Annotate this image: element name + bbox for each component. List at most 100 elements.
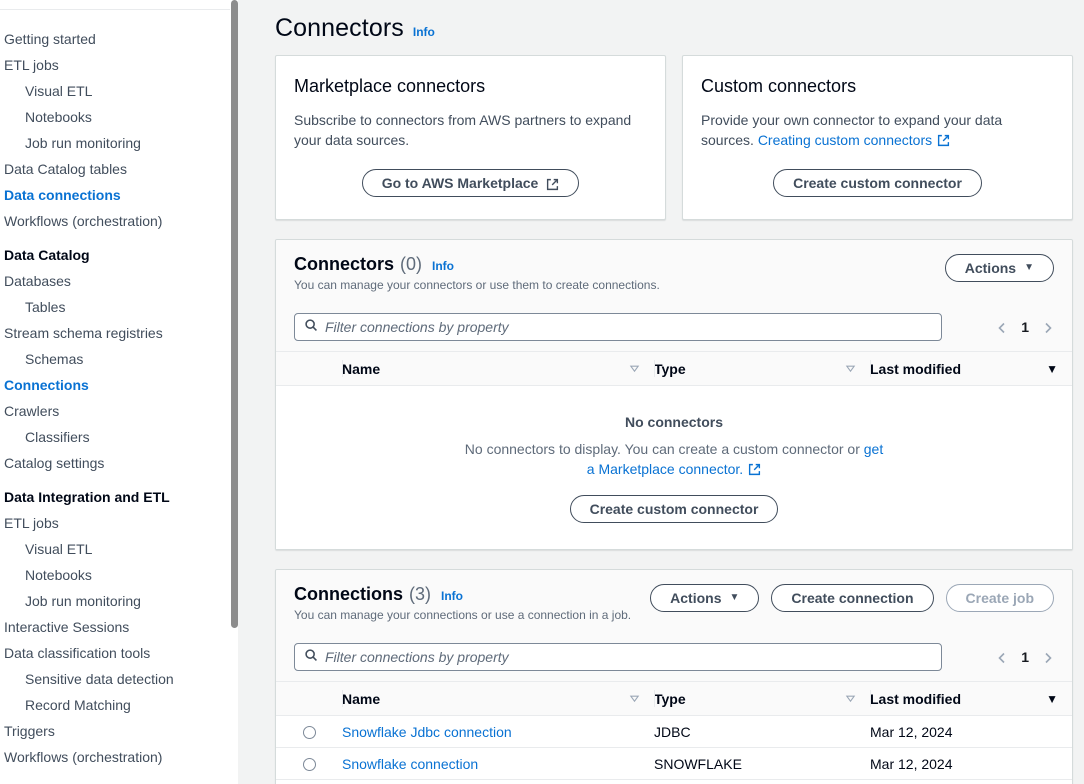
empty-create-custom-connector-button[interactable]: Create custom connector	[569, 495, 779, 523]
sidebar-item-job-run-monitoring-2[interactable]: Job run monitoring	[0, 588, 238, 614]
sidebar-item-databases[interactable]: Databases	[0, 268, 238, 294]
sidebar-scrollbar-thumb[interactable]	[231, 0, 238, 628]
sidebar-item-visual-etl[interactable]: Visual ETL	[0, 78, 238, 104]
sidebar-item-data-classification-tools[interactable]: Data classification tools	[0, 640, 238, 666]
create-connection-button[interactable]: Create connection	[771, 584, 934, 612]
external-link-icon	[546, 177, 559, 190]
sidebar-item-etl-jobs-2[interactable]: ETL jobs	[0, 510, 238, 536]
table-preferences-icon[interactable]: ▼	[1046, 362, 1058, 376]
create-job-button[interactable]: Create job	[945, 584, 1054, 612]
table-row[interactable]: Snowflake Jdbc connection JDBC Mar 12, 2…	[276, 715, 1072, 748]
sort-icon[interactable]	[845, 691, 856, 707]
sidebar-item-connections[interactable]: Connections	[0, 372, 238, 398]
create-connection-label: Create connection	[791, 590, 914, 606]
previous-page-icon[interactable]	[996, 321, 1008, 334]
connections-search-placeholder: Filter connections by property	[325, 649, 509, 665]
row-select-cell[interactable]	[276, 747, 342, 780]
sidebar-item-schemas[interactable]: Schemas	[0, 346, 238, 372]
chevron-down-icon: ▼	[729, 592, 740, 603]
connectors-count: (0)	[400, 254, 423, 274]
connections-pagination: 1	[996, 649, 1054, 665]
sidebar-group-data-integration: Data Integration and ETL	[4, 489, 170, 505]
connectors-search-placeholder: Filter connections by property	[325, 319, 509, 335]
connectors-page-number[interactable]: 1	[1021, 319, 1029, 335]
connections-column-name[interactable]: Name	[342, 681, 654, 716]
table-row[interactable]: Teradata connection default Teradata Van…	[276, 779, 1072, 784]
row-select-cell[interactable]	[276, 779, 342, 784]
connectors-empty-title: No connectors	[624, 414, 723, 430]
marketplace-card-description: Subscribe to connectors from AWS partner…	[294, 112, 632, 148]
sidebar-item-interactive-sessions[interactable]: Interactive Sessions	[0, 614, 238, 640]
connections-info-link[interactable]: Info	[441, 589, 463, 603]
connectors-table: Name Type Last modified ▼	[276, 351, 1072, 386]
connections-filter-row: Filter connections by property 1	[276, 634, 1072, 681]
search-icon	[304, 318, 318, 337]
empty-create-custom-connector-label: Create custom connector	[589, 501, 759, 517]
connection-name-link[interactable]: Snowflake Jdbc connection	[342, 724, 512, 740]
create-custom-connector-button[interactable]: Create custom connector	[773, 169, 982, 197]
marketplace-connectors-card: Marketplace connectors Subscribe to conn…	[275, 55, 666, 220]
connections-search-input[interactable]: Filter connections by property	[294, 643, 942, 671]
row-radio-button[interactable]	[302, 758, 316, 772]
sidebar-item-getting-started[interactable]: Getting started	[0, 26, 238, 52]
connections-panel-description: You can manage your connections or use a…	[294, 608, 632, 622]
connections-column-type[interactable]: Type	[654, 681, 870, 716]
sidebar-item-workflows[interactable]: Workflows (orchestration)	[0, 208, 238, 234]
connection-name-link[interactable]: Snowflake connection	[342, 756, 478, 772]
connections-table-header-row: Name Type Last modified ▼	[276, 681, 1072, 716]
sort-icon[interactable]	[629, 691, 640, 707]
next-page-icon[interactable]	[1042, 651, 1054, 664]
connections-column-last-modified[interactable]: Last modified ▼	[870, 681, 1072, 716]
connectors-actions-label: Actions	[964, 260, 1017, 276]
sort-icon[interactable]	[845, 361, 856, 377]
page-info-link[interactable]: Info	[413, 25, 435, 39]
sidebar-item-triggers[interactable]: Triggers	[0, 718, 238, 744]
sidebar-item-visual-etl-2[interactable]: Visual ETL	[0, 536, 238, 562]
connectors-column-type[interactable]: Type	[654, 351, 870, 386]
row-type-cell: SNOWFLAKE	[654, 747, 870, 780]
sidebar-item-data-catalog-tables[interactable]: Data Catalog tables	[0, 156, 238, 182]
connectors-column-name[interactable]: Name	[342, 351, 654, 386]
column-separator	[654, 360, 655, 377]
column-separator	[870, 690, 871, 707]
sidebar-item-notebooks-2[interactable]: Notebooks	[0, 562, 238, 588]
sidebar-item-catalog-settings[interactable]: Catalog settings	[0, 450, 238, 476]
previous-page-icon[interactable]	[996, 651, 1008, 664]
row-select-cell[interactable]	[276, 715, 342, 748]
sidebar-item-sensitive-data-detection[interactable]: Sensitive data detection	[0, 666, 238, 692]
connectors-panel: Connectors (0) Info You can manage your …	[275, 239, 1073, 550]
sidebar: Getting started ETL jobs Visual ETL Note…	[0, 0, 238, 784]
connections-actions-button[interactable]: Actions ▼	[650, 584, 760, 612]
connectors-search-input[interactable]: Filter connections by property	[294, 313, 942, 341]
sidebar-scrollbar[interactable]	[230, 0, 238, 784]
connection-type-value: JDBC	[654, 723, 691, 740]
table-preferences-icon[interactable]: ▼	[1046, 692, 1058, 706]
sidebar-nav: Getting started ETL jobs Visual ETL Note…	[0, 0, 238, 770]
sidebar-item-stream-schema-registries[interactable]: Stream schema registries	[0, 320, 238, 346]
connectors-actions-button[interactable]: Actions ▼	[944, 254, 1054, 282]
sidebar-item-tables[interactable]: Tables	[0, 294, 238, 320]
sidebar-item-crawlers[interactable]: Crawlers	[0, 398, 238, 424]
create-job-label: Create job	[965, 590, 1034, 606]
connectors-empty-text: No connectors to display. You can create…	[464, 441, 864, 457]
sidebar-item-etl-jobs[interactable]: ETL jobs	[0, 52, 238, 78]
sort-icon[interactable]	[629, 361, 640, 377]
connections-page-number[interactable]: 1	[1021, 649, 1029, 665]
connectors-column-last-modified[interactable]: Last modified ▼	[870, 351, 1072, 386]
connection-type-value: SNOWFLAKE	[654, 755, 742, 772]
sidebar-item-job-run-monitoring[interactable]: Job run monitoring	[0, 130, 238, 156]
creating-custom-connectors-link[interactable]: Creating custom connectors	[758, 132, 932, 148]
row-radio-button[interactable]	[302, 726, 316, 740]
row-type-cell: JDBC	[654, 715, 870, 748]
next-page-icon[interactable]	[1042, 321, 1054, 334]
sidebar-item-workflows-2[interactable]: Workflows (orchestration)	[0, 744, 238, 770]
row-name-cell: Snowflake connection	[342, 747, 654, 780]
connectors-info-link[interactable]: Info	[432, 259, 454, 273]
sidebar-item-classifiers[interactable]: Classifiers	[0, 424, 238, 450]
connectors-filter-row: Filter connections by property 1	[276, 304, 1072, 351]
sidebar-item-data-connections[interactable]: Data connections	[0, 182, 238, 208]
sidebar-item-notebooks[interactable]: Notebooks	[0, 104, 238, 130]
sidebar-item-record-matching[interactable]: Record Matching	[0, 692, 238, 718]
go-to-aws-marketplace-button[interactable]: Go to AWS Marketplace	[361, 169, 580, 197]
table-row[interactable]: Snowflake connection SNOWFLAKE Mar 12, 2…	[276, 747, 1072, 780]
